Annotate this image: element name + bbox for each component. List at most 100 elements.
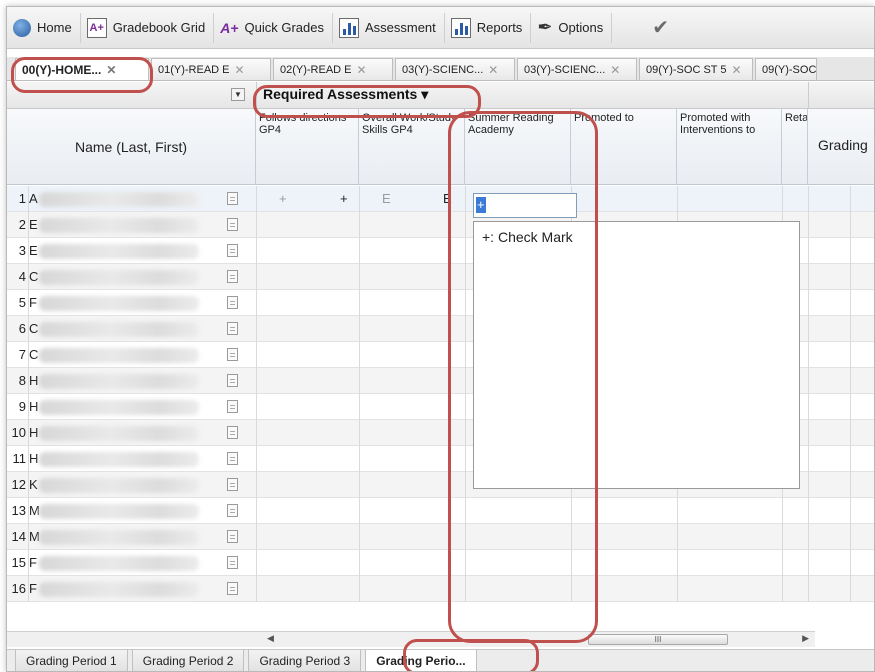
column-divider <box>571 524 572 550</box>
table-row[interactable]: 14 M <box>7 524 874 550</box>
tab-grading-period-4[interactable]: Grading Perio... <box>365 650 477 671</box>
tab-class-6[interactable]: 09(Y)-SOC <box>755 58 817 80</box>
column-divider <box>850 394 851 420</box>
scroll-left-icon[interactable]: ◀ <box>267 633 274 644</box>
follows-default-value[interactable]: + <box>279 186 287 212</box>
close-icon[interactable]: ✕ <box>488 63 498 77</box>
column-header-follows[interactable]: Follows directions GP4 <box>256 109 359 185</box>
column-header-retained[interactable]: Reta <box>782 109 808 185</box>
follows-score-cell[interactable]: + <box>340 186 348 212</box>
table-row[interactable]: 15 F <box>7 550 874 576</box>
group-dropdown-toggle[interactable]: ▼ <box>231 88 245 101</box>
column-header-overall[interactable]: Overall Work/Study Skills GP4 <box>359 109 465 185</box>
overall-score-cell[interactable]: E <box>443 186 452 212</box>
scroll-right-icon[interactable]: ▶ <box>802 633 809 644</box>
tab-label: 01(Y)-READ E <box>158 63 230 76</box>
column-divider <box>808 550 809 576</box>
tab-grading-period-1[interactable]: Grading Period 1 <box>15 650 128 671</box>
column-divider <box>808 316 809 342</box>
student-note-icon[interactable] <box>227 348 238 361</box>
assessment-chart-icon <box>338 17 359 38</box>
table-row[interactable]: 13 M <box>7 498 874 524</box>
toolbar-quick-grades[interactable]: A+ Quick Grades <box>214 12 333 43</box>
column-divider <box>465 394 466 420</box>
row-number: 1 <box>7 186 29 212</box>
toolbar-assessment[interactable]: Assessment <box>333 12 445 43</box>
grade-entry-value: + <box>476 197 486 213</box>
student-note-icon[interactable] <box>227 270 238 283</box>
group-title[interactable]: Required Assessments ▾ <box>263 86 428 103</box>
student-note-icon[interactable] <box>227 192 238 205</box>
student-note-icon[interactable] <box>227 582 238 595</box>
tab-grading-period-3[interactable]: Grading Period 3 <box>248 650 362 671</box>
column-divider <box>571 550 572 576</box>
column-divider <box>808 420 809 446</box>
column-divider <box>808 524 809 550</box>
toolbar-options[interactable]: ✒ Options <box>531 12 613 43</box>
column-header-grading[interactable]: Grading <box>808 109 874 185</box>
student-note-icon[interactable] <box>227 530 238 543</box>
toolbar-home[interactable]: Home <box>7 12 81 43</box>
name-column-header[interactable]: Name (Last, First) <box>7 109 256 185</box>
student-note-icon[interactable] <box>227 556 238 569</box>
student-note-icon[interactable] <box>227 296 238 309</box>
column-divider <box>782 186 783 212</box>
tab-class-2[interactable]: 02(Y)-READ E ✕ <box>273 58 393 80</box>
close-icon[interactable]: ✕ <box>235 63 245 77</box>
group-title-text: Required Assessments <box>263 86 418 102</box>
toolbar-reports[interactable]: Reports <box>445 12 532 43</box>
tab-class-5[interactable]: 09(Y)-SOC ST 5 ✕ <box>639 58 753 80</box>
column-divider <box>850 186 851 212</box>
column-divider <box>850 238 851 264</box>
close-icon[interactable]: ✕ <box>732 63 742 77</box>
tab-class-0[interactable]: 00(Y)-HOME... ✕ <box>15 58 149 80</box>
column-divider <box>465 524 466 550</box>
column-header-summer-reading[interactable]: Summer Reading Academy <box>465 109 571 185</box>
column-header-promoted-interventions[interactable]: Promoted with Interventions to <box>677 109 782 185</box>
close-icon[interactable]: ✕ <box>610 63 620 77</box>
toolbar-gradebook-grid[interactable]: A+ Gradebook Grid <box>81 12 215 43</box>
student-note-icon[interactable] <box>227 218 238 231</box>
row-number: 13 <box>7 498 29 524</box>
column-divider <box>256 342 257 368</box>
column-divider <box>256 472 257 498</box>
column-divider <box>256 524 257 550</box>
column-divider <box>465 550 466 576</box>
checkmarks-icon[interactable]: ✔ <box>652 15 669 40</box>
student-note-icon[interactable] <box>227 452 238 465</box>
student-note-icon[interactable] <box>227 322 238 335</box>
column-divider <box>256 446 257 472</box>
dropdown-option-check-mark[interactable]: +: Check Mark <box>474 222 799 245</box>
horizontal-scrollbar[interactable]: ◀ III ▶ <box>263 631 815 647</box>
column-divider <box>256 238 257 264</box>
overall-default-value[interactable]: E <box>382 186 391 212</box>
student-note-icon[interactable] <box>227 400 238 413</box>
close-icon[interactable]: ✕ <box>357 63 367 77</box>
tab-class-4[interactable]: 03(Y)-SCIENC... ✕ <box>517 58 637 80</box>
column-divider <box>850 446 851 472</box>
column-divider <box>256 316 257 342</box>
table-row[interactable]: 1 A + + E E <box>7 186 874 212</box>
column-divider <box>850 576 851 602</box>
column-divider <box>850 420 851 446</box>
student-note-icon[interactable] <box>227 244 238 257</box>
column-divider <box>359 238 360 264</box>
scroll-thumb[interactable]: III <box>588 634 728 645</box>
column-divider <box>850 212 851 238</box>
grade-entry-input[interactable]: + <box>473 193 577 218</box>
student-note-icon[interactable] <box>227 504 238 517</box>
column-divider <box>359 576 360 602</box>
column-header-promoted[interactable]: Promoted to <box>571 109 677 185</box>
table-row[interactable]: 16 F <box>7 576 874 602</box>
student-note-icon[interactable] <box>227 426 238 439</box>
column-divider <box>850 498 851 524</box>
tab-class-1[interactable]: 01(Y)-READ E ✕ <box>151 58 271 80</box>
tab-class-3[interactable]: 03(Y)-SCIENC... ✕ <box>395 58 515 80</box>
quick-grades-icon: A+ <box>220 19 239 36</box>
tab-grading-period-2[interactable]: Grading Period 2 <box>131 650 245 671</box>
student-note-icon[interactable] <box>227 374 238 387</box>
column-headers: Name (Last, First) Follows directions GP… <box>7 109 874 185</box>
close-icon[interactable]: ✕ <box>106 63 116 77</box>
column-divider <box>850 264 851 290</box>
student-note-icon[interactable] <box>227 478 238 491</box>
